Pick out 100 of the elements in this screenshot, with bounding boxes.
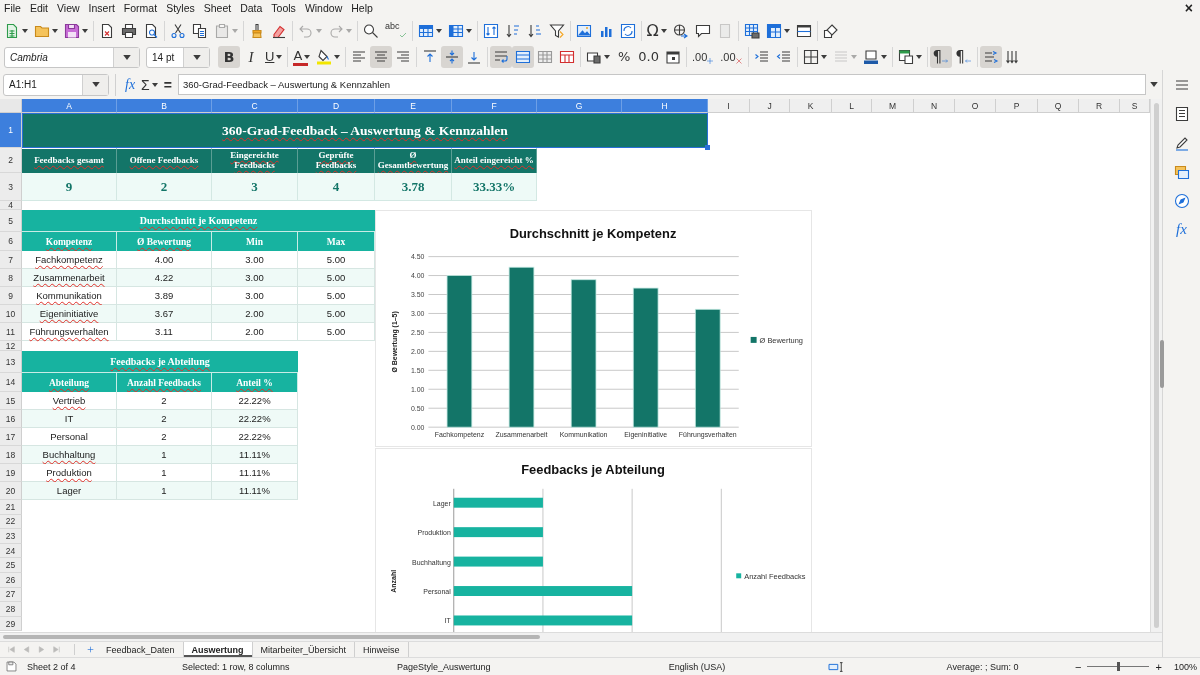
language-label[interactable]: English (USA)	[642, 661, 752, 672]
column-header[interactable]: B	[117, 99, 212, 113]
name-box-field[interactable]: A1:H1	[3, 73, 109, 96]
table-cell[interactable]: 22.22%	[212, 410, 298, 428]
zoom-thumb[interactable]	[1116, 662, 1120, 671]
header-cell[interactable]: Geprüfte Feedbacks	[298, 148, 375, 173]
column-header[interactable]: L	[832, 99, 872, 113]
close-button[interactable]: ×	[1181, 1, 1196, 16]
row-header[interactable]: 23	[0, 529, 22, 544]
column-header[interactable]: S	[1120, 99, 1150, 113]
value-cell[interactable]: 3.78	[375, 173, 452, 201]
table-cell[interactable]: 5.00	[298, 323, 375, 341]
header-cell[interactable]: Ø Gesamtbewertung	[375, 148, 452, 173]
table-cell[interactable]: IT	[22, 410, 117, 428]
table-cell[interactable]: 22.22%	[212, 392, 298, 410]
row-header[interactable]: 18	[0, 446, 22, 464]
zoom-out-button[interactable]: −	[1073, 659, 1084, 674]
zoom-label[interactable]: 100%	[1173, 661, 1197, 672]
table-cell[interactable]: Personal	[22, 428, 117, 446]
table-cell[interactable]: 3.11	[117, 323, 212, 341]
sheet-tab[interactable]: Hinweise	[355, 642, 409, 657]
merge-and-center-button[interactable]	[512, 46, 535, 68]
header-cell[interactable]: Offene Feedbacks	[117, 148, 212, 173]
formula-button[interactable]: =	[160, 74, 175, 95]
vertical-scrollbar[interactable]	[1150, 99, 1162, 632]
menu-item[interactable]: View	[53, 0, 85, 17]
horizontal-scrollbar[interactable]	[0, 632, 1162, 641]
row-header[interactable]: 9	[0, 287, 22, 305]
column-header[interactable]: A	[22, 99, 117, 113]
row-header[interactable]: 14	[0, 373, 22, 392]
title-cell[interactable]: 360-Grad-Feedback – Auswertung & Kennzahlen	[22, 113, 708, 148]
table-cell[interactable]: 5.00	[298, 269, 375, 287]
sum-button[interactable]: Σ	[138, 74, 161, 95]
column-header[interactable]: H	[622, 99, 708, 113]
table-cell[interactable]: Lager	[22, 482, 117, 500]
value-cell[interactable]: 33.33%	[452, 173, 537, 201]
table-cell[interactable]: 4.22	[117, 269, 212, 287]
spelling-button[interactable]: abc	[382, 19, 410, 42]
row-header[interactable]: 20	[0, 482, 22, 500]
table-cell[interactable]: 5.00	[298, 287, 375, 305]
header-cell[interactable]: Eingereichte Feedbacks	[212, 148, 298, 173]
row-header[interactable]: 5	[0, 210, 22, 232]
wrap-text-button[interactable]	[490, 46, 513, 68]
column-header[interactable]: G	[537, 99, 622, 113]
standard-format-button[interactable]: 0.0	[635, 46, 662, 68]
row-header[interactable]: 28	[0, 602, 22, 617]
table-cell[interactable]: 3.00	[212, 251, 298, 269]
menu-item[interactable]: Styles	[162, 0, 200, 17]
column-header[interactable]: P	[996, 99, 1038, 113]
functions-button[interactable]: fx	[1166, 215, 1197, 244]
fill-handle-icon[interactable]	[705, 145, 710, 150]
row-header[interactable]: 15	[0, 392, 22, 410]
column-header[interactable]: J	[750, 99, 790, 113]
delete-decimal-button[interactable]: .00	[717, 46, 746, 68]
column-header[interactable]: R	[1079, 99, 1120, 113]
table-cell[interactable]: 1	[117, 446, 212, 464]
table-cell[interactable]: Eigeninitiative	[22, 305, 117, 323]
menu-item[interactable]: Sheet	[199, 0, 237, 17]
table-cell[interactable]: Produktion	[22, 464, 117, 482]
column-header[interactable]: Q	[1038, 99, 1079, 113]
table-cell[interactable]: 3.89	[117, 287, 212, 305]
table-cell[interactable]: 22.22%	[212, 428, 298, 446]
row-header[interactable]: 25	[0, 558, 22, 573]
column-header[interactable]: O	[955, 99, 996, 113]
bold-button[interactable]: B	[218, 46, 240, 68]
column-header[interactable]: N	[914, 99, 955, 113]
sheet-tab[interactable]: Mitarbeiter_Übersicht	[252, 642, 356, 657]
menu-item[interactable]: Insert	[84, 0, 120, 17]
menu-item[interactable]: Data	[236, 0, 268, 17]
value-cell[interactable]: 3	[212, 173, 298, 201]
table-cell[interactable]: 11.11%	[212, 464, 298, 482]
column-header[interactable]: E	[375, 99, 452, 113]
table-cell[interactable]: 2	[117, 392, 212, 410]
table-cell[interactable]: Kommunikation	[22, 287, 117, 305]
row-header[interactable]: 4	[0, 201, 22, 210]
table-cell[interactable]: 3.67	[117, 305, 212, 323]
table-cell[interactable]: 1	[117, 464, 212, 482]
table-cell[interactable]: 2	[117, 428, 212, 446]
right-to-left-button[interactable]: ¶	[952, 46, 975, 68]
table-cell[interactable]: Zusammenarbeit	[22, 269, 117, 287]
row-header[interactable]: 2	[0, 148, 22, 173]
table-cell[interactable]: 2.00	[212, 323, 298, 341]
table-cell[interactable]: 2	[117, 410, 212, 428]
text-direction-button[interactable]	[979, 46, 1002, 68]
table-cell[interactable]: 3.00	[212, 269, 298, 287]
sheet-tab[interactable]: Feedback_Daten	[98, 642, 184, 657]
formula-input-field[interactable]: 360-Grad-Feedback – Auswertung & Kennzahlen	[177, 74, 1146, 95]
font-name-field[interactable]: Cambria	[4, 46, 140, 68]
header-cell[interactable]: Anteil eingereicht %	[452, 148, 537, 173]
table-cell[interactable]: Vertrieb	[22, 392, 117, 410]
column-header[interactable]: D	[298, 99, 375, 113]
row-header[interactable]: 17	[0, 428, 22, 446]
row-header[interactable]: 21	[0, 500, 22, 515]
row-header[interactable]: 7	[0, 251, 22, 269]
row-header[interactable]: 19	[0, 464, 22, 482]
row-header[interactable]: 8	[0, 269, 22, 287]
menu-item[interactable]: Tools	[267, 0, 301, 17]
underline-button[interactable]: U	[262, 46, 286, 68]
menu-item[interactable]: Edit	[25, 0, 53, 17]
table-cell[interactable]: Fachkompetenz	[22, 251, 117, 269]
